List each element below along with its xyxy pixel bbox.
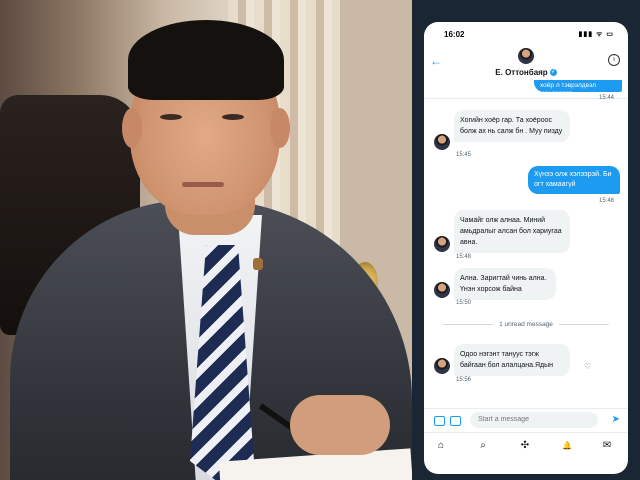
message-bubble-outgoing[interactable]: хоёр л тэврэлдвэл мэндэлдэг bbox=[534, 80, 622, 92]
portrait-photo bbox=[0, 0, 412, 480]
message-time: 15:50 bbox=[456, 300, 472, 306]
message-bubble-outgoing[interactable]: Хүнээ олж хэлээрэй. Би огт хамаагүй bbox=[528, 166, 620, 194]
hair bbox=[128, 20, 284, 100]
verified-badge-icon: ✓ bbox=[549, 69, 557, 77]
sender-avatar[interactable] bbox=[434, 282, 450, 298]
notifications-icon[interactable]: 🔔 bbox=[560, 439, 574, 453]
phone-screenshot: 16:02 ▮▮▮ ᯤ ▭ ← Е. Оттонбаяр ✓ i хоёр л т… bbox=[424, 22, 628, 474]
avatar[interactable] bbox=[518, 48, 534, 64]
unread-divider: 1 unread message bbox=[424, 321, 628, 328]
message-time: 15:48 bbox=[456, 254, 472, 260]
message-bubble-incoming[interactable]: Чамайг олж алнаа. Миний амьдралыг алсан … bbox=[454, 210, 570, 253]
messages-icon[interactable]: ✉ bbox=[600, 439, 614, 453]
mouth bbox=[182, 182, 224, 187]
message-bubble-incoming[interactable]: Хогийн хоёр гар. Та хоёроос болж ах нь с… bbox=[454, 110, 570, 142]
spaces-icon[interactable]: ✣ bbox=[518, 439, 532, 453]
gif-icon[interactable] bbox=[450, 416, 461, 426]
status-bar: 16:02 ▮▮▮ ᯤ ▭ bbox=[424, 22, 628, 42]
sender-avatar[interactable] bbox=[434, 236, 450, 252]
back-arrow-icon[interactable]: ← bbox=[430, 54, 442, 68]
signal-wifi-battery-icon: ▮▮▮ ᯤ ▭ bbox=[578, 31, 614, 38]
message-bubble-incoming[interactable]: Ална. Заригтай чинь ална. Үнэн хорсож ба… bbox=[454, 268, 556, 300]
message-composer: ➤ bbox=[424, 408, 628, 433]
contact-name-text: Е. Оттонбаяр bbox=[495, 68, 548, 77]
right-eye bbox=[222, 114, 244, 120]
status-time: 16:02 bbox=[444, 30, 465, 39]
home-icon[interactable]: ⌂ bbox=[434, 439, 448, 453]
contact-name[interactable]: Е. Оттонбаяр ✓ bbox=[424, 68, 628, 77]
message-time: 15:46 bbox=[598, 198, 614, 204]
hand bbox=[290, 395, 390, 455]
react-heart-icon[interactable]: ♡ bbox=[584, 362, 591, 371]
lapel-pin bbox=[253, 258, 263, 270]
message-time: 15:56 bbox=[456, 377, 472, 383]
message-time: 15:45 bbox=[456, 152, 472, 158]
right-ear bbox=[270, 108, 290, 148]
search-icon[interactable]: ⌕ bbox=[476, 439, 490, 453]
send-icon[interactable]: ➤ bbox=[612, 414, 620, 425]
left-ear bbox=[122, 108, 142, 148]
image-attach-icon[interactable] bbox=[434, 416, 445, 426]
message-time: 15:44 bbox=[598, 95, 614, 101]
bottom-tab-bar: ⌂ ⌕ ✣ 🔔 ✉ bbox=[424, 432, 628, 474]
message-input[interactable] bbox=[470, 412, 598, 428]
left-eye bbox=[160, 114, 182, 120]
sender-avatar[interactable] bbox=[434, 358, 450, 374]
message-bubble-incoming[interactable]: Одоо нэгэнт тануус тэгж байгаан бол алал… bbox=[454, 344, 570, 376]
info-icon[interactable]: i bbox=[608, 54, 620, 66]
sender-avatar[interactable] bbox=[434, 134, 450, 150]
